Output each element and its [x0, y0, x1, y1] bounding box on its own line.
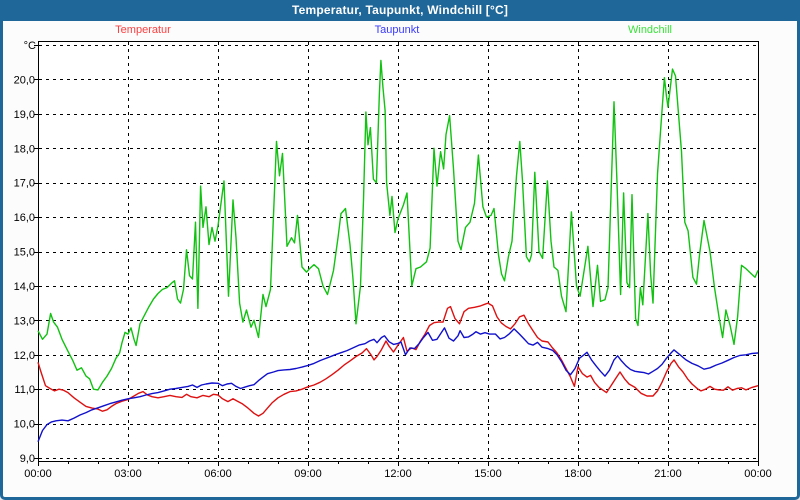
plot-border: [39, 42, 759, 462]
y-axis-unit: °C: [24, 40, 36, 52]
y-tick-label: 16,0: [14, 212, 35, 224]
y-tick-label: 9,0: [20, 453, 35, 465]
x-tick-time: 00:00: [744, 468, 772, 479]
y-tick-label: 15,0: [14, 247, 35, 259]
chart-canvas: 20,0 19,0 18,0 17,0 16,0 15,0 14,0 13,0 12,0 11,0…: [0, 0, 800, 479]
x-tick-time: 18:00: [564, 468, 592, 479]
y-tick-label: 20,0: [14, 74, 35, 86]
y-tick-label: 11,0: [14, 384, 35, 396]
y-tick-label: 14,0: [14, 281, 35, 293]
y-tick-label: 19,0: [14, 109, 35, 121]
y-tick-label: 12,0: [14, 350, 35, 362]
x-tick-time: 09:00: [294, 468, 322, 479]
x-tick-time: 15:00: [474, 468, 502, 479]
y-tick-label: 18,0: [14, 143, 35, 155]
x-tick-time: 12:00: [384, 468, 412, 479]
window: Temperatur, Taupunkt, Windchill [°C] Tem…: [0, 0, 800, 500]
y-tick-label: 10,0: [14, 419, 35, 431]
x-axis-labels: 00:0015.11.2503:0015.11.2506:0015.11.250…: [17, 468, 779, 479]
x-tick-time: 06:00: [204, 468, 232, 479]
x-tick-time: 21:00: [654, 468, 682, 479]
y-tick-label: 17,0: [14, 178, 35, 190]
y-axis-labels: 20,0 19,0 18,0 17,0 16,0 15,0 14,0 13,0 12,0 11,0…: [14, 40, 36, 465]
x-tick-time: 03:00: [114, 468, 142, 479]
y-tick-label: 13,0: [14, 315, 35, 327]
x-tick-time: 00:00: [24, 468, 52, 479]
